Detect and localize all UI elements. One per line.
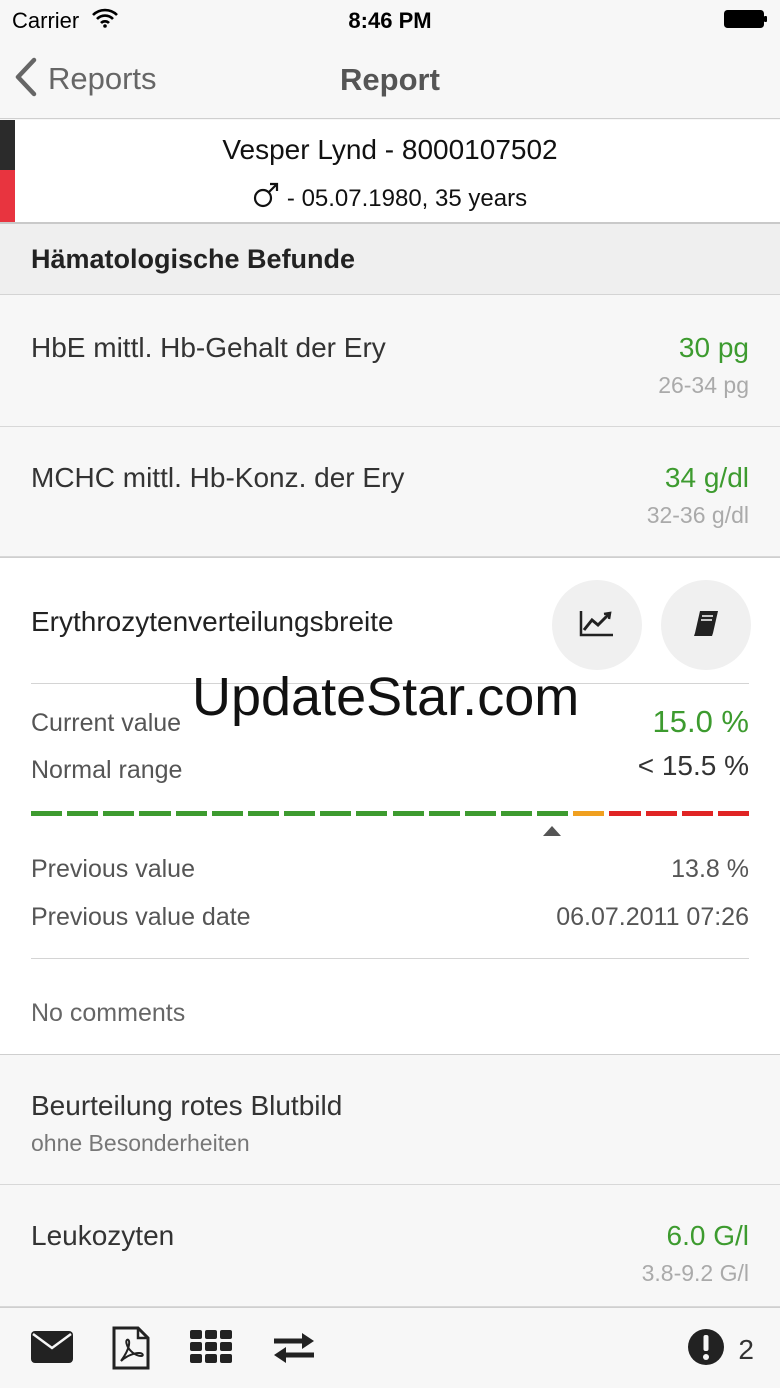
result-range: 32-36 g/dl bbox=[646, 502, 749, 528]
scale-segment bbox=[356, 811, 388, 816]
status-bar: Carrier 8:46 PM bbox=[0, 0, 780, 40]
pdf-file-icon bbox=[112, 1326, 150, 1374]
result-value: 34 g/dl bbox=[664, 462, 749, 493]
scale-segment bbox=[645, 811, 677, 816]
patient-details: - 05.07.1980, 35 years bbox=[286, 184, 528, 212]
divider bbox=[31, 683, 749, 684]
current-value-label: Current value bbox=[31, 709, 182, 737]
scale-segment bbox=[717, 811, 749, 816]
result-label: HbE mittl. Hb-Gehalt der Ery bbox=[31, 332, 386, 363]
previous-value: 13.8 % bbox=[671, 855, 749, 883]
result-row-hbe[interactable]: HbE mittl. Hb-Gehalt der Ery 30 pg 26-34… bbox=[0, 296, 780, 427]
range-scale-bar bbox=[31, 811, 749, 817]
scale-segment bbox=[247, 811, 280, 816]
scale-segment bbox=[284, 811, 316, 816]
scale-segment bbox=[175, 811, 207, 816]
result-value: 30 pg bbox=[678, 332, 749, 363]
comments-text: No comments bbox=[31, 999, 186, 1027]
scale-segment bbox=[320, 811, 352, 816]
exclamation-circle-icon bbox=[687, 1329, 725, 1370]
grid-view-button[interactable] bbox=[190, 1330, 232, 1369]
scale-segment bbox=[464, 811, 496, 816]
scale-segment bbox=[139, 811, 171, 816]
alert-count-badge: 2 bbox=[738, 1334, 754, 1365]
normal-range-label: Normal range bbox=[31, 756, 183, 784]
email-button[interactable] bbox=[30, 1330, 74, 1369]
book-icon bbox=[692, 609, 720, 642]
clock: 8:46 PM bbox=[348, 8, 432, 33]
scale-segment bbox=[392, 811, 424, 816]
scale-segment bbox=[428, 811, 460, 816]
assessment-label: Beurteilung rotes Blutbild bbox=[31, 1090, 343, 1121]
pdf-button[interactable] bbox=[112, 1326, 150, 1375]
divider bbox=[31, 958, 749, 959]
result-value: 6.0 G/l bbox=[666, 1220, 749, 1251]
envelope-icon bbox=[30, 1331, 74, 1368]
scale-segment bbox=[211, 811, 243, 816]
result-row-mchc[interactable]: MCHC mittl. Hb-Konz. der Ery 34 g/dl 32-… bbox=[0, 427, 780, 557]
value-marker-icon bbox=[542, 826, 561, 836]
patient-info: - 05.07.1980, 35 years bbox=[0, 182, 780, 215]
bottom-toolbar: 2 bbox=[0, 1307, 780, 1388]
section-title: Hämatologische Befunde bbox=[31, 244, 356, 274]
navigation-bar: Reports Report bbox=[0, 40, 780, 119]
result-range: 3.8-9.2 G/l bbox=[641, 1260, 749, 1286]
back-button-label: Reports bbox=[48, 61, 157, 96]
scale-segment bbox=[537, 811, 569, 816]
switch-button[interactable] bbox=[272, 1332, 316, 1369]
result-range: 26-34 pg bbox=[658, 372, 749, 398]
patient-name: Vesper Lynd - 8000107502 bbox=[222, 134, 558, 165]
info-book-button[interactable] bbox=[661, 580, 751, 670]
previous-date-label: Previous value date bbox=[31, 903, 251, 931]
detail-title: Erythrozytenverteilungsbreite bbox=[31, 606, 394, 637]
scale-segment bbox=[573, 811, 605, 816]
scale-segment bbox=[103, 811, 135, 816]
chart-button[interactable] bbox=[552, 580, 642, 670]
grid-icon bbox=[190, 1330, 232, 1368]
result-label: Leukozyten bbox=[31, 1220, 175, 1251]
section-header: Hämatologische Befunde bbox=[0, 224, 780, 295]
scale-segment bbox=[31, 811, 63, 816]
scale-segment bbox=[609, 811, 641, 816]
back-button[interactable]: Reports bbox=[14, 57, 157, 102]
line-chart-icon bbox=[579, 609, 615, 642]
patient-header: Vesper Lynd - 8000107502 - 05.07.1980, 3… bbox=[0, 120, 780, 224]
chevron-left-icon bbox=[14, 57, 38, 102]
previous-date-value: 06.07.2011 07:26 bbox=[556, 903, 749, 931]
battery-icon bbox=[724, 10, 768, 28]
assessment-row[interactable]: Beurteilung rotes Blutbild ohne Besonder… bbox=[0, 1055, 780, 1185]
normal-range-value: < 15.5 % bbox=[637, 750, 749, 781]
scale-segment bbox=[67, 811, 99, 816]
alerts-button[interactable] bbox=[687, 1328, 725, 1371]
swap-arrows-icon bbox=[272, 1333, 316, 1368]
scale-segment bbox=[500, 811, 533, 816]
scale-segment bbox=[681, 811, 713, 816]
result-row-leukozyten[interactable]: Leukozyten 6.0 G/l 3.8-9.2 G/l bbox=[0, 1185, 780, 1307]
result-detail-card: Erythrozytenverteilungsbreite Current va… bbox=[0, 557, 780, 1056]
assessment-sub: ohne Besonderheiten bbox=[31, 1130, 250, 1156]
previous-value-label: Previous value bbox=[31, 855, 195, 883]
current-value: 15.0 % bbox=[652, 704, 749, 739]
result-label: MCHC mittl. Hb-Konz. der Ery bbox=[31, 462, 405, 493]
male-symbol-icon bbox=[253, 182, 279, 215]
